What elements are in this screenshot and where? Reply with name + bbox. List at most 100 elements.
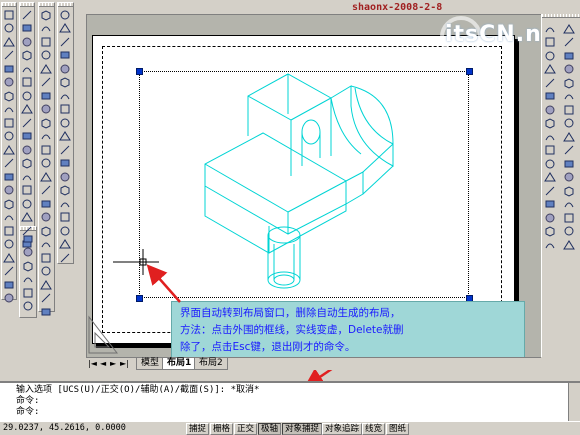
toolbar-tool-icon[interactable] <box>39 292 52 305</box>
tab-model[interactable]: 模型 <box>136 358 165 370</box>
command-scrollbar[interactable] <box>568 383 580 421</box>
toolbar-tool-icon[interactable] <box>543 103 556 116</box>
toolbar-tool-icon[interactable] <box>58 22 71 35</box>
toolbar-tool-icon[interactable] <box>2 116 15 129</box>
toolbar-tool-icon[interactable] <box>21 246 34 259</box>
toolbar-tool-icon[interactable] <box>58 184 71 197</box>
toolbar-tool-icon[interactable] <box>21 232 34 245</box>
toolbar-tool-icon[interactable] <box>543 157 556 170</box>
toolbar-tool-icon[interactable] <box>2 238 15 251</box>
toolbar-tool-icon[interactable] <box>562 157 575 170</box>
tab-layout2[interactable]: 布局2 <box>194 358 228 370</box>
toolbar-tool-icon[interactable] <box>39 22 52 35</box>
toolbar-tool-icon[interactable] <box>2 8 15 21</box>
toolbar-tool-icon[interactable] <box>543 184 556 197</box>
toolbar-tool-icon[interactable] <box>58 238 71 251</box>
toolbar-tool-icon[interactable] <box>20 197 33 210</box>
toolbar-tool-icon[interactable] <box>562 171 575 184</box>
toolbar-tool-icon[interactable] <box>39 197 52 210</box>
toolbar-tool-icon[interactable] <box>39 211 52 224</box>
toolbar-tool-icon[interactable] <box>20 143 33 156</box>
toolbar-grip[interactable] <box>58 3 73 7</box>
toolbar-tool-icon[interactable] <box>562 36 575 49</box>
toolbar-tool-icon[interactable] <box>39 62 52 75</box>
toolbar-tool-icon[interactable] <box>543 198 556 211</box>
status-paper-button[interactable]: 图纸 <box>386 423 410 435</box>
toolbar-tool-icon[interactable] <box>2 251 15 264</box>
tab-nav-prev[interactable]: ◄ <box>100 359 106 368</box>
toolbar-tool-icon[interactable] <box>58 8 71 21</box>
toolbar-tool-icon[interactable] <box>58 197 71 210</box>
toolbar-grip[interactable] <box>20 3 34 7</box>
toolbar-tool-icon[interactable] <box>2 170 15 183</box>
toolbar-tool-icon[interactable] <box>543 117 556 130</box>
toolbar-tool-icon[interactable] <box>543 49 556 62</box>
toolbar-tool-icon[interactable] <box>562 49 575 62</box>
toolbar-tool-icon[interactable] <box>562 103 575 116</box>
status-snap-button[interactable]: 捕捉 <box>186 423 210 435</box>
toolbar-tool-icon[interactable] <box>2 224 15 237</box>
status-lineweight-button[interactable]: 线宽 <box>362 423 386 435</box>
toolbar-tool-icon[interactable] <box>2 197 15 210</box>
toolbar-tool-icon[interactable] <box>20 8 33 21</box>
toolbar-tool-icon[interactable] <box>543 238 556 251</box>
toolbar-tool-icon[interactable] <box>39 35 52 48</box>
status-osnap-button[interactable]: 对象捕捉 <box>282 423 323 435</box>
toolbar-tool-icon[interactable] <box>39 170 52 183</box>
toolbar-tool-icon[interactable] <box>20 35 33 48</box>
toolbar-tool-icon[interactable] <box>2 211 15 224</box>
toolbar-tool-icon[interactable] <box>2 130 15 143</box>
toolbar-tool-icon[interactable] <box>20 116 33 129</box>
toolbar-tool-icon[interactable] <box>20 184 33 197</box>
toolbar-grip[interactable] <box>39 3 54 7</box>
command-prompt[interactable]: 命令: <box>16 407 580 418</box>
toolbar-tool-icon[interactable] <box>543 90 556 103</box>
tab-nav-next[interactable]: ► <box>110 359 116 368</box>
toolbar-tool-icon[interactable] <box>20 76 33 89</box>
toolbar-tool-icon[interactable] <box>21 273 34 286</box>
toolbar-tool-icon[interactable] <box>2 62 15 75</box>
toolbar-tool-icon[interactable] <box>20 89 33 102</box>
toolbar-tool-icon[interactable] <box>562 144 575 157</box>
toolbar-tool-icon[interactable] <box>39 49 52 62</box>
status-polar-button[interactable]: 极轴 <box>258 423 282 435</box>
toolbar-tool-icon[interactable] <box>21 259 34 272</box>
toolbar-tool-icon[interactable] <box>58 251 71 264</box>
toolbar-tool-icon[interactable] <box>2 49 15 62</box>
toolbar-tool-icon[interactable] <box>58 35 71 48</box>
toolbar-tool-icon[interactable] <box>2 22 15 35</box>
toolbar-tool-icon[interactable] <box>562 184 575 197</box>
toolbar-tool-icon[interactable] <box>39 251 52 264</box>
toolbar-tool-icon[interactable] <box>2 89 15 102</box>
tab-nav-first[interactable]: |◄ <box>88 359 97 368</box>
toolbar-tool-icon[interactable] <box>20 130 33 143</box>
toolbar-tool-icon[interactable] <box>39 278 52 291</box>
toolbar-tool-icon[interactable] <box>543 36 556 49</box>
tab-layout1[interactable]: 布局1 <box>162 358 197 370</box>
toolbar-tool-icon[interactable] <box>562 211 575 224</box>
toolbar-tool-icon[interactable] <box>39 265 52 278</box>
toolbar-tool-icon[interactable] <box>58 143 71 156</box>
toolbar-tool-icon[interactable] <box>58 103 71 116</box>
toolbar-tool-icon[interactable] <box>58 211 71 224</box>
toolbar-tool-icon[interactable] <box>2 35 15 48</box>
toolbar-tool-icon[interactable] <box>543 171 556 184</box>
toolbar-tool-icon[interactable] <box>562 90 575 103</box>
toolbar-tool-icon[interactable] <box>2 76 15 89</box>
toolbar-tool-icon[interactable] <box>39 116 52 129</box>
toolbar-tool-icon[interactable] <box>58 130 71 143</box>
status-otrack-button[interactable]: 对象追踪 <box>322 423 363 435</box>
toolbar-tool-icon[interactable] <box>39 89 52 102</box>
toolbar-tool-icon[interactable] <box>543 225 556 238</box>
toolbar-tool-icon[interactable] <box>39 8 52 21</box>
toolbar-grip[interactable] <box>542 14 580 18</box>
status-ortho-button[interactable]: 正交 <box>234 423 258 435</box>
toolbar-tool-icon[interactable] <box>543 76 556 89</box>
toolbar-tool-icon[interactable] <box>2 265 15 278</box>
toolbar-tool-icon[interactable] <box>21 286 34 299</box>
toolbar-tool-icon[interactable] <box>58 170 71 183</box>
toolbar-tool-icon[interactable] <box>2 143 15 156</box>
toolbar-tool-icon[interactable] <box>543 211 556 224</box>
toolbar-tool-icon[interactable] <box>21 300 34 313</box>
toolbar-tool-icon[interactable] <box>543 130 556 143</box>
